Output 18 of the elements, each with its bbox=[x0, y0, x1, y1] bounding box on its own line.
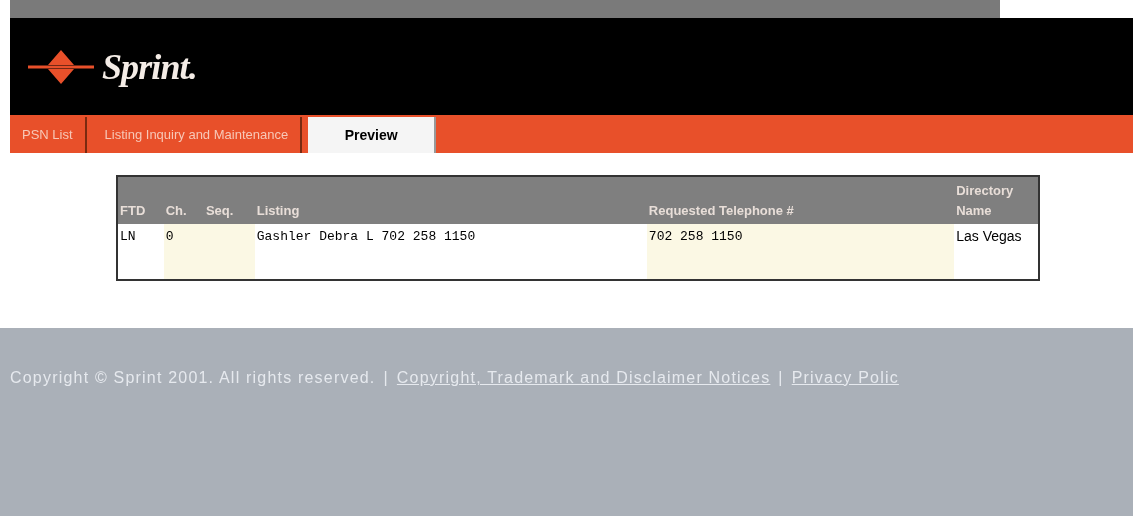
logo-text: Sprint. bbox=[102, 45, 197, 89]
footer-link[interactable]: Copyright, Trademark and Disclaimer Notices bbox=[396, 366, 771, 390]
footer-link[interactable]: Privacy Polic bbox=[791, 366, 899, 390]
column-header: FTD bbox=[120, 202, 146, 218]
column-header: Seq. bbox=[205, 202, 234, 218]
table-cell: LN bbox=[120, 229, 136, 244]
tab[interactable]: Preview bbox=[308, 117, 437, 153]
column-header: Listing bbox=[256, 202, 300, 218]
table-cell: Gashler Debra L 702 258 1150 bbox=[256, 229, 476, 244]
column-header: Requested Telephone # bbox=[648, 202, 794, 218]
table-cell: 0 bbox=[165, 229, 174, 244]
separator: | bbox=[778, 368, 784, 388]
table-cell: 702 258 1150 bbox=[648, 229, 743, 244]
copyright-text: Copyright © Sprint 2001. All rights reserved. bbox=[10, 368, 376, 388]
separator: | bbox=[383, 368, 389, 388]
column-header: Directory Name bbox=[956, 183, 1014, 218]
table-cell: Las Vegas bbox=[956, 228, 1022, 244]
column-header: Ch. bbox=[165, 202, 187, 218]
